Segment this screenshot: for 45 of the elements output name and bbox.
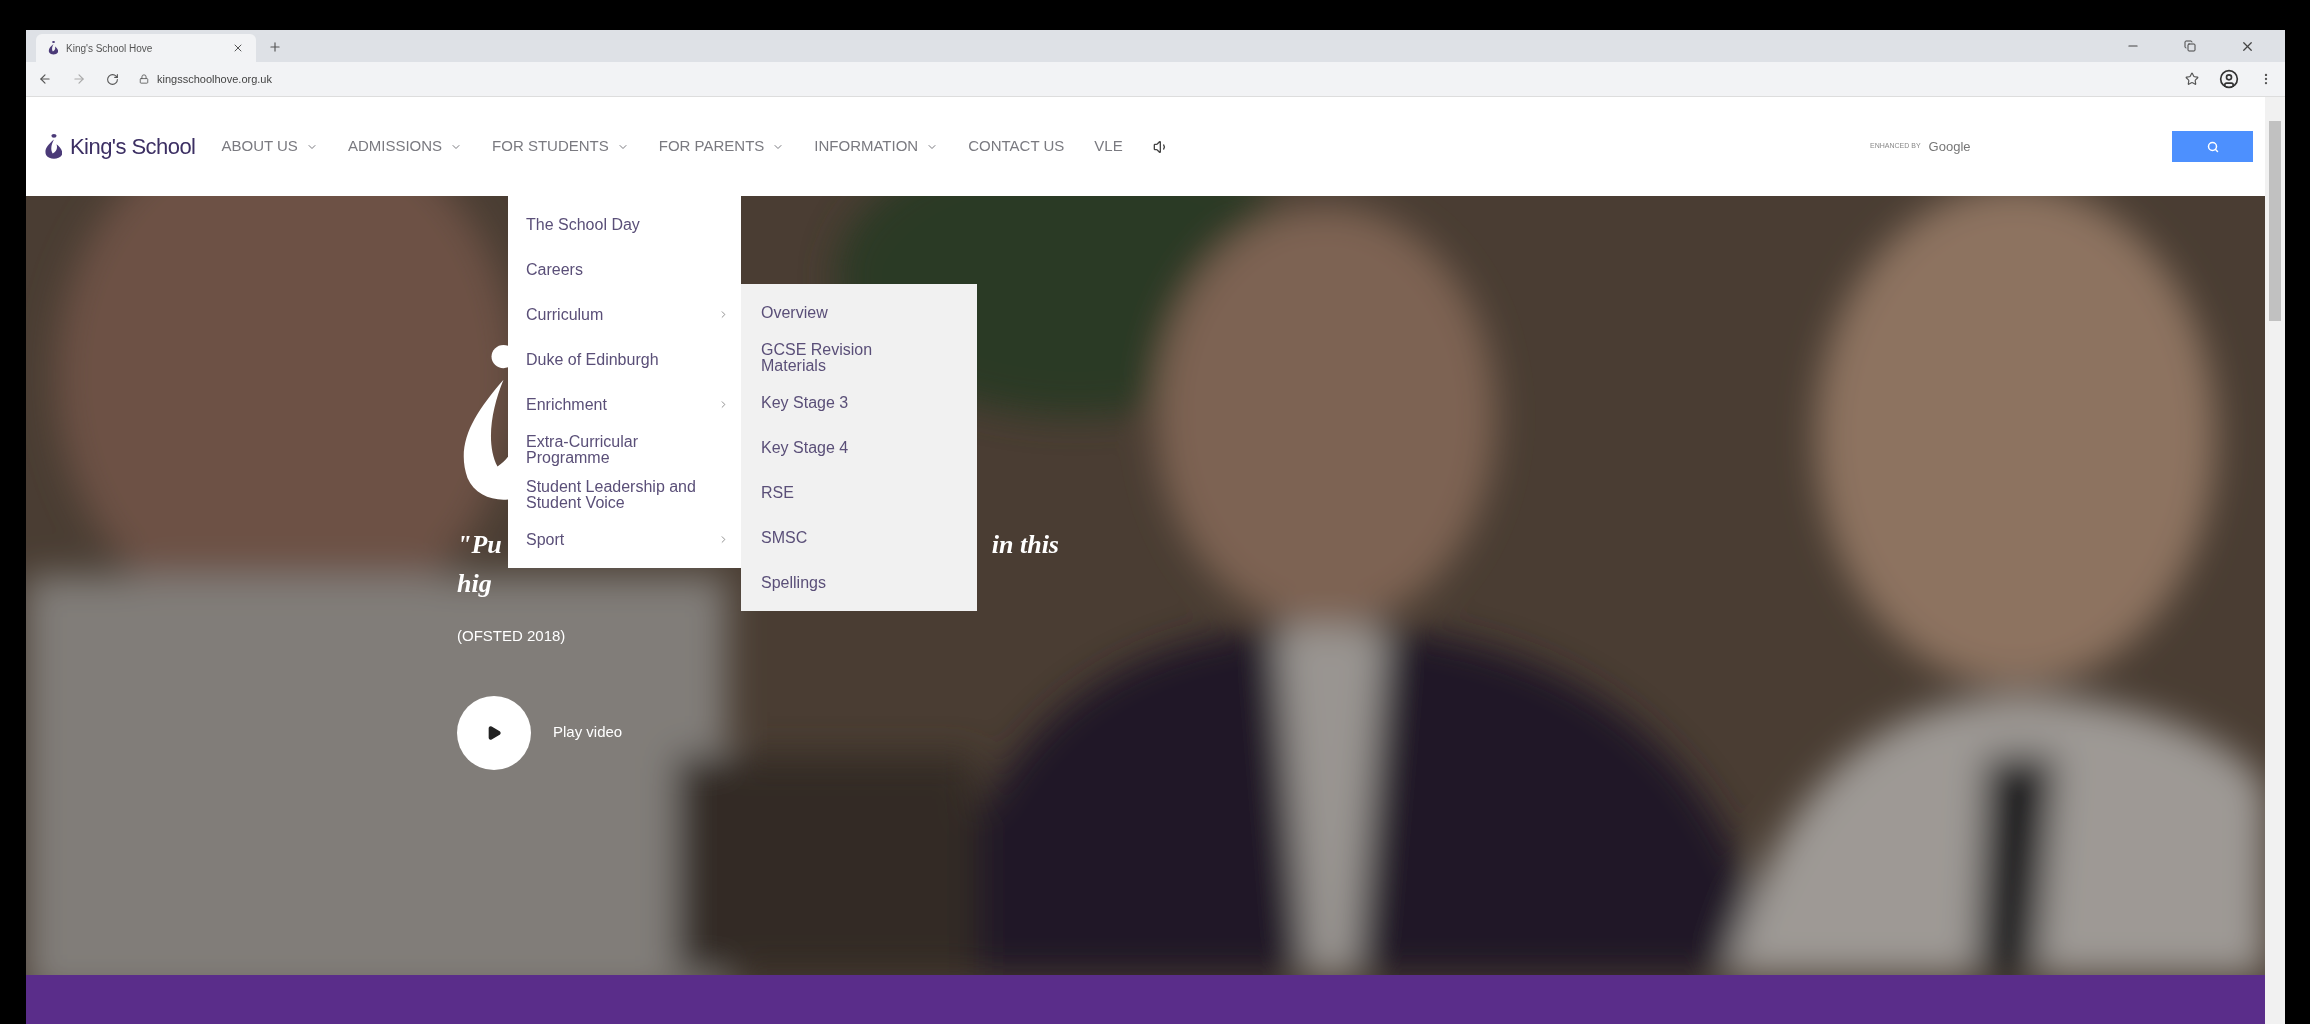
nav-link[interactable]: CONTACT US — [968, 135, 1065, 158]
play-icon — [486, 724, 502, 741]
submenu-item[interactable]: SMSC — [741, 515, 977, 560]
close-icon[interactable] — [232, 42, 244, 54]
tab-title: King's School Hove — [66, 41, 154, 56]
submenu-item[interactable]: Spellings — [741, 560, 977, 605]
submenu-item[interactable]: RSE — [741, 470, 977, 515]
submenu-item[interactable]: Key Stage 4 — [741, 425, 977, 470]
search-branding: Google — [1928, 137, 1971, 156]
dropdown-item[interactable]: The School Day — [508, 202, 741, 247]
dropdown-item[interactable]: Enrichment — [508, 382, 741, 427]
reload-icon[interactable] — [106, 72, 119, 86]
search-icon — [2206, 140, 2219, 153]
quote-source: (OFSTED 2018) — [457, 626, 566, 646]
quote-text: hig — [457, 568, 492, 600]
nav-link[interactable]: ABOUT US — [221, 135, 318, 158]
nav-link[interactable]: VLE — [1094, 135, 1123, 158]
browser-tab[interactable]: King's School Hove — [36, 34, 256, 62]
restore-icon[interactable] — [2184, 40, 2196, 52]
quote-text: in this — [991, 529, 1059, 561]
dropdown-item[interactable]: Careers — [508, 247, 741, 292]
submenu-item[interactable]: GCSE Revision Materials — [741, 335, 977, 380]
quote-text: "Pu — [457, 529, 502, 561]
dropdown-item[interactable]: Extra-Curricular Programme — [508, 427, 741, 472]
school-name[interactable]: King's School — [70, 130, 196, 163]
nav-link[interactable]: ADMISSIONS — [347, 135, 463, 158]
site-favicon-icon — [48, 41, 58, 55]
lock-icon — [139, 74, 149, 84]
dropdown-item[interactable]: Duke of Edinburgh — [508, 337, 741, 382]
nav-link[interactable]: FOR PARENTS — [658, 135, 785, 158]
submenu-item[interactable]: Overview — [741, 290, 977, 335]
dropdown-item[interactable]: Curriculum — [508, 292, 741, 337]
scrollbar-thumb[interactable] — [2269, 121, 2281, 321]
play-video-label[interactable]: Play video — [553, 721, 623, 744]
bookmark-star-icon[interactable] — [2185, 72, 2199, 86]
new-tab-icon[interactable] — [268, 40, 282, 54]
profile-icon[interactable] — [2219, 69, 2239, 89]
nav-link[interactable]: FOR STUDENTS — [492, 135, 629, 158]
dropdown-item[interactable]: Sport — [508, 517, 741, 562]
nav-link[interactable]: INFORMATION — [814, 135, 939, 158]
school-logo-icon — [44, 133, 62, 160]
submenu-item[interactable]: Key Stage 3 — [741, 380, 977, 425]
address-field[interactable]: kingsschoolhove.org.uk — [139, 70, 2165, 88]
back-icon[interactable] — [38, 72, 52, 86]
dropdown-item[interactable]: Student Leadership and Student Voice — [508, 472, 741, 517]
